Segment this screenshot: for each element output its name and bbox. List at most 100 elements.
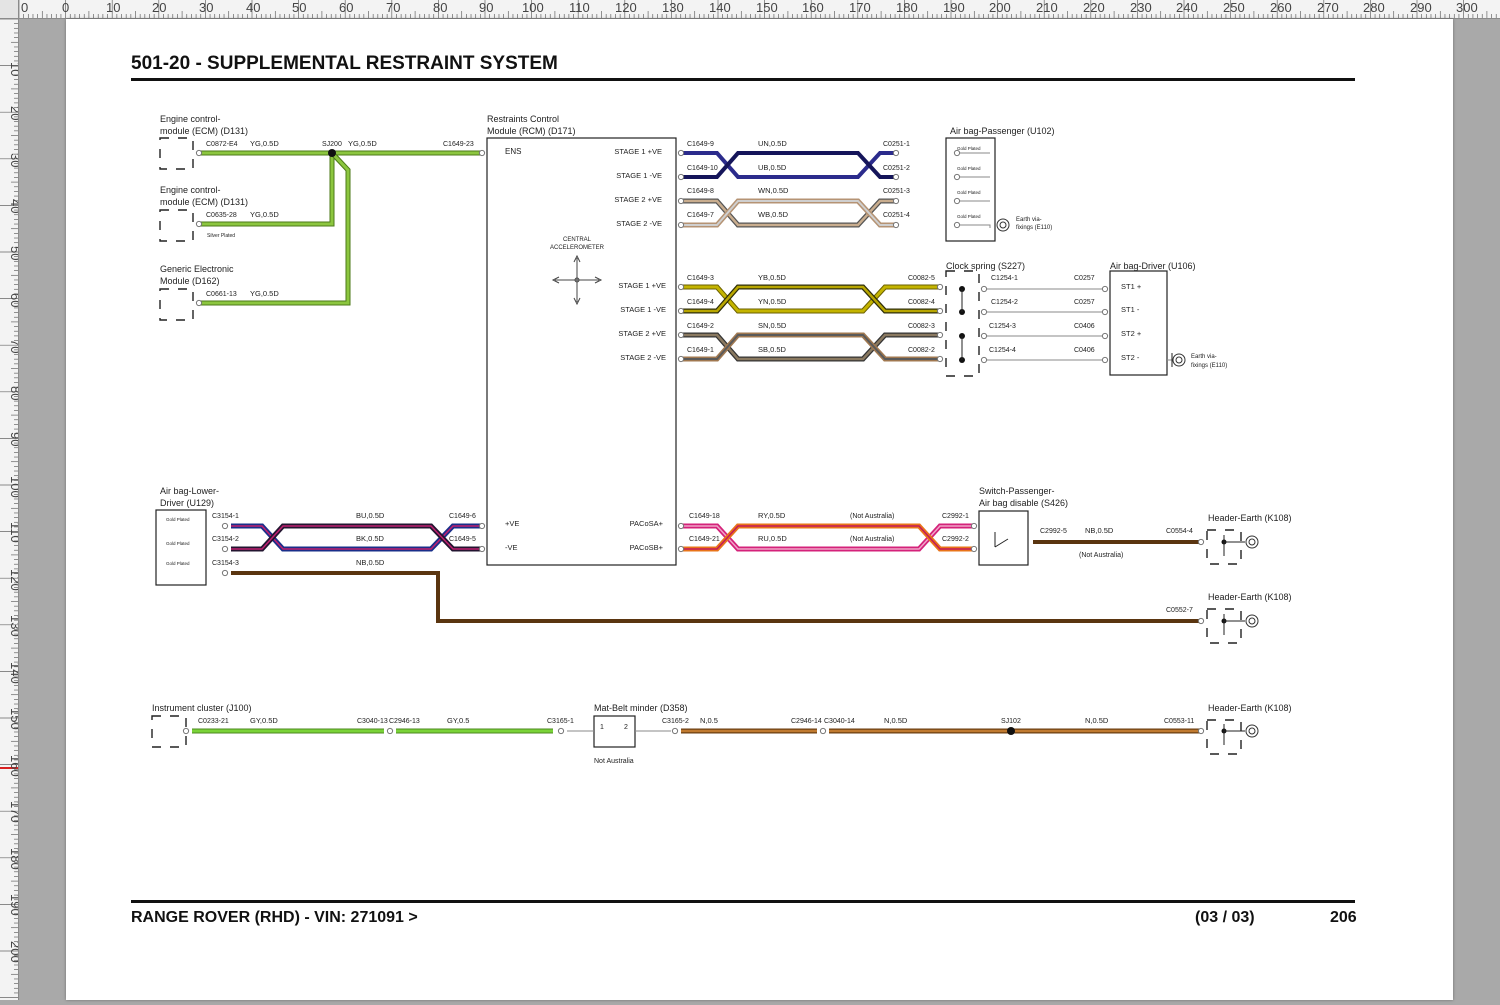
connector-label: C0257 xyxy=(1074,299,1095,306)
connector-label: C2992-5 xyxy=(1040,528,1067,535)
wire-label: UN,0.5D xyxy=(758,139,787,148)
terminal-pin xyxy=(221,545,229,553)
connector-label: C3165-2 xyxy=(662,718,689,725)
driver-airbag-title: Air bag-Driver (U106) xyxy=(1110,261,1196,271)
lower-airbag-title-2: Driver (U129) xyxy=(160,498,214,508)
yg-wire-group xyxy=(199,150,482,306)
terminal-pin xyxy=(671,727,679,735)
drv-pin-3: ST2 + xyxy=(1121,329,1142,338)
terminal-pin xyxy=(677,545,685,553)
low-plating-2: Gold Plated xyxy=(166,541,190,546)
terminal-pin xyxy=(1197,727,1205,735)
wire-label: BK,0.5D xyxy=(356,534,385,543)
earth-symbols xyxy=(996,218,1259,738)
terminal-pin xyxy=(892,221,900,229)
pass-plating-4: Gold Plated xyxy=(957,214,981,219)
clock-spring-title: Clock spring (S227) xyxy=(946,261,1025,271)
terminal-pin xyxy=(980,285,988,293)
connector-label: C1649-21 xyxy=(689,536,720,543)
terminal-pin xyxy=(195,149,203,157)
instrument-cluster-title: Instrument cluster (J100) xyxy=(152,703,252,713)
wire-label: YG,0.5D xyxy=(250,139,279,148)
terminal-pin xyxy=(195,220,203,228)
wire-label: YG,0.5D xyxy=(250,210,279,219)
wire-label: N,0.5D xyxy=(1085,716,1109,725)
pass-earth-1: Earth via- xyxy=(1016,217,1042,223)
terminal-pin xyxy=(892,149,900,157)
ecm1-title-1: Engine control- xyxy=(160,114,221,124)
connector-label: C1254-3 xyxy=(989,323,1016,330)
terminal-pin xyxy=(677,355,685,363)
terminal-pin xyxy=(478,522,486,530)
wire-label: SN,0.5D xyxy=(758,321,787,330)
terminal-pin xyxy=(677,283,685,291)
connector-label: C1649-8 xyxy=(687,188,714,195)
wire-label: UB,0.5D xyxy=(758,163,787,172)
terminal-pin xyxy=(936,331,944,339)
wire-label: YB,0.5D xyxy=(758,273,787,282)
terminal-pin xyxy=(953,173,961,181)
terminal-pin xyxy=(195,299,203,307)
connector-label: C1649-5 xyxy=(449,536,476,543)
rcm-pin-drv-s2p: STAGE 2 +VE xyxy=(618,329,666,338)
rcm-pin-pos: +VE xyxy=(505,519,519,528)
ecm2-title-2: module (ECM) (D131) xyxy=(160,197,248,207)
drv-pin-4: ST2 - xyxy=(1121,353,1140,362)
rcm-pin-drv-s1p: STAGE 1 +VE xyxy=(618,281,666,290)
ecm2-title-1: Engine control- xyxy=(160,185,221,195)
low-plating-1: Gold Plated xyxy=(166,517,190,522)
connector-label: C0251-1 xyxy=(883,141,910,148)
connector-label: C0552-7 xyxy=(1166,607,1193,614)
terminal-pin xyxy=(953,221,961,229)
terminal-pin xyxy=(221,569,229,577)
rcm-pin-neg: -VE xyxy=(505,543,518,552)
yg-wire-gem xyxy=(199,151,351,306)
gem-title-1: Generic Electronic xyxy=(160,264,234,274)
belt-minder-title: Mat-Belt minder (D358) xyxy=(594,703,688,713)
earth1-title: Header-Earth (K108) xyxy=(1208,513,1292,523)
page-title: 501-20 - SUPPLEMENTAL RESTRAINT SYSTEM xyxy=(131,53,558,74)
market-note: (Not Australia) xyxy=(850,513,894,520)
terminal-pin xyxy=(970,545,978,553)
terminal-pin xyxy=(892,197,900,205)
instrument-cluster-connector xyxy=(151,715,187,748)
terminal-pin xyxy=(221,522,229,530)
connector-label: C3154-2 xyxy=(212,536,239,543)
pass-earth-2: fixings (E110) xyxy=(1016,225,1052,231)
connector-label: C0082-4 xyxy=(908,299,935,306)
drv-pin-1: ST1 + xyxy=(1121,282,1142,291)
connector-label: C1254-1 xyxy=(991,275,1018,282)
terminal-pin xyxy=(980,308,988,316)
terminal-pin xyxy=(936,283,944,291)
terminal-pin xyxy=(970,522,978,530)
earth2-title: Header-Earth (K108) xyxy=(1208,592,1292,602)
terminal-pin xyxy=(677,173,685,181)
connector-label: C0082-3 xyxy=(908,323,935,330)
connector-label: C0406 xyxy=(1074,347,1095,354)
title-rule xyxy=(131,78,1355,81)
connector-label: C0082-2 xyxy=(908,347,935,354)
connector-label: C0635-28 xyxy=(206,212,237,219)
wire-label: GY,0.5D xyxy=(250,716,278,725)
rcm-pin-pass-s2n: STAGE 2 -VE xyxy=(616,219,662,228)
terminal-pin xyxy=(677,331,685,339)
wire-label: SB,0.5D xyxy=(758,345,787,354)
wire-label: WB,0.5D xyxy=(758,210,789,219)
connector-label: C2992-2 xyxy=(942,536,969,543)
wire-label: GY,0.5 xyxy=(447,716,469,725)
connector-label: C1254-2 xyxy=(991,299,1018,306)
terminal-pin xyxy=(953,149,961,157)
page-number: 206 xyxy=(1330,909,1357,926)
accelerometer-icon xyxy=(551,254,603,306)
connector-label: C3154-1 xyxy=(212,513,239,520)
connector-label: C1254-4 xyxy=(989,347,1016,354)
connector-label: C2946-13 xyxy=(389,718,420,725)
gem-title-2: Module (D162) xyxy=(160,276,220,286)
wire-label: BU,0.5D xyxy=(356,511,385,520)
vehicle-label: RANGE ROVER (RHD) - VIN: 271091 > xyxy=(131,909,418,926)
wire-label: NB,0.5D xyxy=(1085,526,1114,535)
belt-minder-box xyxy=(593,715,636,748)
splice-sj200 xyxy=(328,149,336,157)
wire-label: N,0.5 xyxy=(700,716,718,725)
connector-label: C1649-7 xyxy=(687,212,714,219)
